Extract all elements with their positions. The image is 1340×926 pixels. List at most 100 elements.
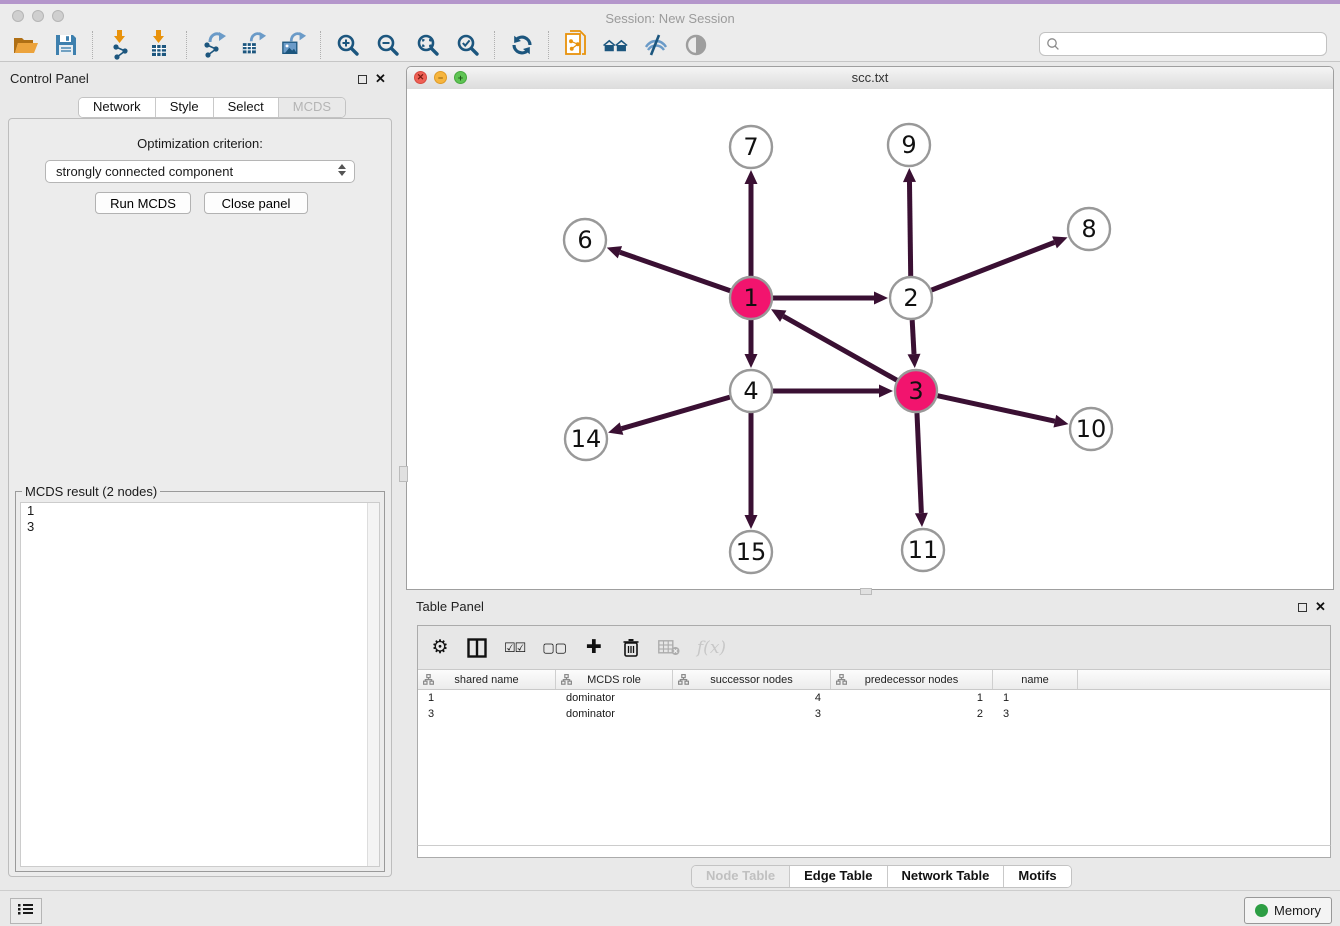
table-cell: dominator [556,706,673,722]
table-cell: 1 [418,690,556,706]
run-mcds-button[interactable]: Run MCDS [95,192,191,214]
tab-node-table[interactable]: Node Table [692,866,790,887]
toolbar-group [94,32,186,58]
result-scrollbar[interactable] [367,503,379,866]
graph-node-6[interactable]: 6 [564,219,606,261]
edge-4-14[interactable] [622,397,730,429]
delete-column-icon[interactable] [621,636,641,660]
tab-edge-table[interactable]: Edge Table [790,866,887,887]
edge-3-1[interactable] [783,316,897,380]
network-graph[interactable]: 1 2 3 4 6 7 8 9 10 11 14 15 [407,89,1333,589]
column-header-successor-nodes[interactable]: successor nodes [673,670,831,689]
graph-node-2[interactable]: 2 [890,277,932,319]
edge-2-3[interactable] [912,320,914,354]
control-panel-tabs: NetworkStyleSelectMCDS [78,97,346,118]
close-panel-button[interactable]: Close panel [204,192,308,214]
graph-node-1[interactable]: 1 [730,277,772,319]
vertical-splitter-handle[interactable] [399,466,408,482]
column-header-name[interactable]: name [993,670,1078,689]
edge-3-11[interactable] [917,413,921,513]
edge-2-9[interactable] [909,182,910,276]
network-minimize-button[interactable]: − [434,71,447,84]
control-panel-title: Control Panel [10,71,89,86]
horizontal-splitter-handle[interactable] [860,588,872,595]
table-toolbar: ⚙☑☑▢▢✚f(x) [418,626,1330,670]
edge-1-6[interactable] [620,252,730,291]
save-session-icon[interactable] [53,32,79,58]
node-label: 6 [577,226,592,254]
open-session-icon[interactable] [13,32,39,58]
graph-node-10[interactable]: 10 [1070,408,1112,450]
float-panel-icon[interactable] [358,75,367,84]
search-box [1039,32,1327,56]
tab-motifs[interactable]: Motifs [1004,866,1070,887]
first-neighbors-icon[interactable] [603,32,629,58]
zoom-fit-icon[interactable] [415,32,441,58]
close-table-panel-icon[interactable]: ✕ [1315,602,1326,612]
zoom-selected-icon[interactable] [455,32,481,58]
table-cell: 4 [673,690,831,706]
toolbar-group [188,32,320,58]
tab-style[interactable]: Style [156,98,214,117]
node-label: 11 [908,536,939,564]
tab-network-table[interactable]: Network Table [888,866,1005,887]
edge-arrow-4-3 [879,385,893,398]
select-all-rows-icon[interactable]: ☑☑ [504,636,525,660]
export-network-icon[interactable] [201,32,227,58]
import-table-icon[interactable] [147,32,173,58]
table-row[interactable]: 3dominator323 [418,706,1330,722]
search-input[interactable] [1039,32,1327,56]
tab-mcds[interactable]: MCDS [279,98,345,117]
add-column-icon[interactable]: ✚ [584,636,604,660]
column-header-predecessor-nodes[interactable]: predecessor nodes [831,670,993,689]
column-header-MCDS-role[interactable]: MCDS role [556,670,673,689]
zoom-out-icon[interactable] [375,32,401,58]
tab-select[interactable]: Select [214,98,279,117]
float-table-panel-icon[interactable] [1298,603,1307,612]
refresh-icon[interactable] [509,32,535,58]
table-settings-icon[interactable]: ⚙ [430,636,450,660]
network-canvas[interactable]: 1 2 3 4 6 7 8 9 10 11 14 15 [407,89,1333,589]
graph-node-9[interactable]: 9 [888,124,930,166]
table-panel-buttons: ✕ [1298,602,1326,612]
hide-graphics-details-icon[interactable] [643,32,669,58]
table-row[interactable]: 1dominator411 [418,690,1330,706]
clone-network-icon[interactable] [563,32,589,58]
node-label: 10 [1076,415,1107,443]
close-panel-icon[interactable]: ✕ [375,74,386,84]
deselect-all-rows-icon[interactable]: ▢▢ [542,636,567,660]
optimization-criterion-select[interactable]: strongly connected component [45,160,355,183]
node-label: 2 [903,284,918,312]
mcds-result-textarea[interactable]: 13 [20,502,380,867]
graph-node-14[interactable]: 14 [565,418,607,460]
node-label: 3 [908,377,923,405]
toggle-panel-split-icon[interactable] [467,636,487,660]
column-tree-icon [561,674,572,688]
graph-node-11[interactable]: 11 [902,529,944,571]
graph-node-8[interactable]: 8 [1068,208,1110,250]
table-hscrollbar[interactable] [417,845,1331,858]
import-network-icon[interactable] [107,32,133,58]
show-graphics-details-icon [683,32,709,58]
list-icon [18,902,34,921]
task-history-button[interactable] [10,898,42,924]
zoom-in-icon[interactable] [335,32,361,58]
graph-node-7[interactable]: 7 [730,126,772,168]
export-table-icon[interactable] [241,32,267,58]
memory-button[interactable]: Memory [1244,897,1332,924]
graph-node-15[interactable]: 15 [730,531,772,573]
table-cell: 1 [831,690,993,706]
column-tree-icon [423,674,434,688]
network-maximize-button[interactable]: + [454,71,467,84]
search-icon [1046,37,1060,56]
graph-node-4[interactable]: 4 [730,370,772,412]
edge-3-10[interactable] [937,396,1054,421]
column-header-shared-name[interactable]: shared name [418,670,556,689]
graph-node-3[interactable]: 3 [895,370,937,412]
network-close-button[interactable]: ✕ [414,71,427,84]
tab-network[interactable]: Network [79,98,156,117]
network-window-titlebar[interactable]: ✕ − + scc.txt [407,67,1333,90]
edge-2-8[interactable] [932,242,1055,290]
delete-table-icon [658,636,680,660]
export-image-icon[interactable] [281,32,307,58]
